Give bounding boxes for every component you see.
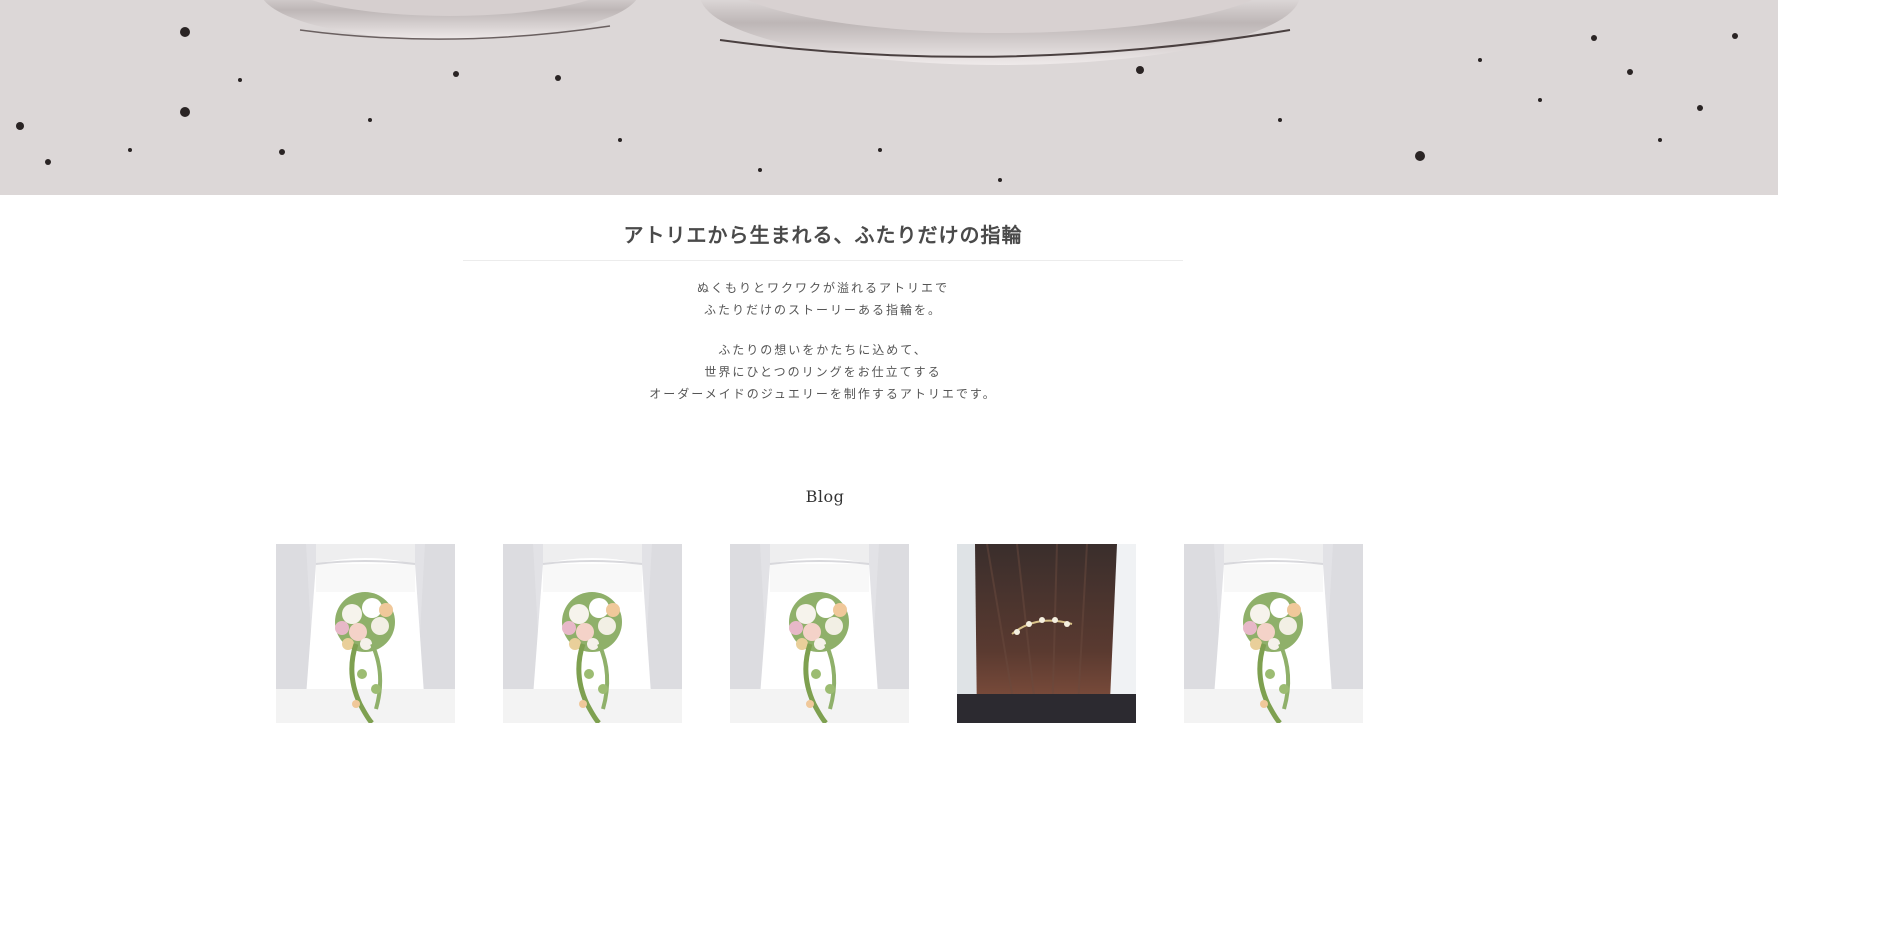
blog-post-thumbnail[interactable] xyxy=(276,544,455,723)
intro-divider xyxy=(463,260,1183,261)
blog-post-thumbnail[interactable] xyxy=(503,544,682,723)
intro-title: アトリエから生まれる、ふたりだけの指輪 xyxy=(623,223,1023,247)
intro-paragraph-2: ふたりの想いをかたちに込めて、 世界にひとつのリングをお仕立てする オーダーメイ… xyxy=(463,339,1183,405)
blog-post-thumbnail[interactable] xyxy=(730,544,909,723)
intro-section: アトリエから生まれる、ふたりだけの指輪 ぬくもりとワクワクが溢れるアトリエで ふ… xyxy=(463,214,1183,405)
intro-line: ふたりだけのストーリーある指輪を。 xyxy=(703,303,942,317)
page: アトリエから生まれる、ふたりだけの指輪 ぬくもりとワクワクが溢れるアトリエで ふ… xyxy=(0,0,1898,950)
intro-line: ふたりの想いをかたちに込めて、 xyxy=(718,343,928,357)
bride-bouquet-image xyxy=(276,544,455,723)
intro-line: オーダーメイドのジュエリーを制作するアトリエです。 xyxy=(649,387,997,401)
bride-bouquet-image xyxy=(730,544,909,723)
intro-line: 世界にひとつのリングをお仕立てする xyxy=(704,365,942,379)
intro-line: ぬくもりとワクワクが溢れるアトリエで xyxy=(696,281,949,295)
hair-accessory-image xyxy=(957,544,1136,723)
bride-bouquet-image xyxy=(503,544,682,723)
bride-bouquet-image xyxy=(1184,544,1363,723)
blog-heading: Blog xyxy=(805,487,845,506)
blog-post-thumbnail[interactable] xyxy=(1184,544,1363,723)
blog-post-thumbnail[interactable] xyxy=(957,544,1136,723)
intro-paragraph-1: ぬくもりとワクワクが溢れるアトリエで ふたりだけのストーリーある指輪を。 xyxy=(463,277,1183,321)
hero-image xyxy=(0,0,1778,195)
wedding-rings-image xyxy=(0,0,1778,195)
